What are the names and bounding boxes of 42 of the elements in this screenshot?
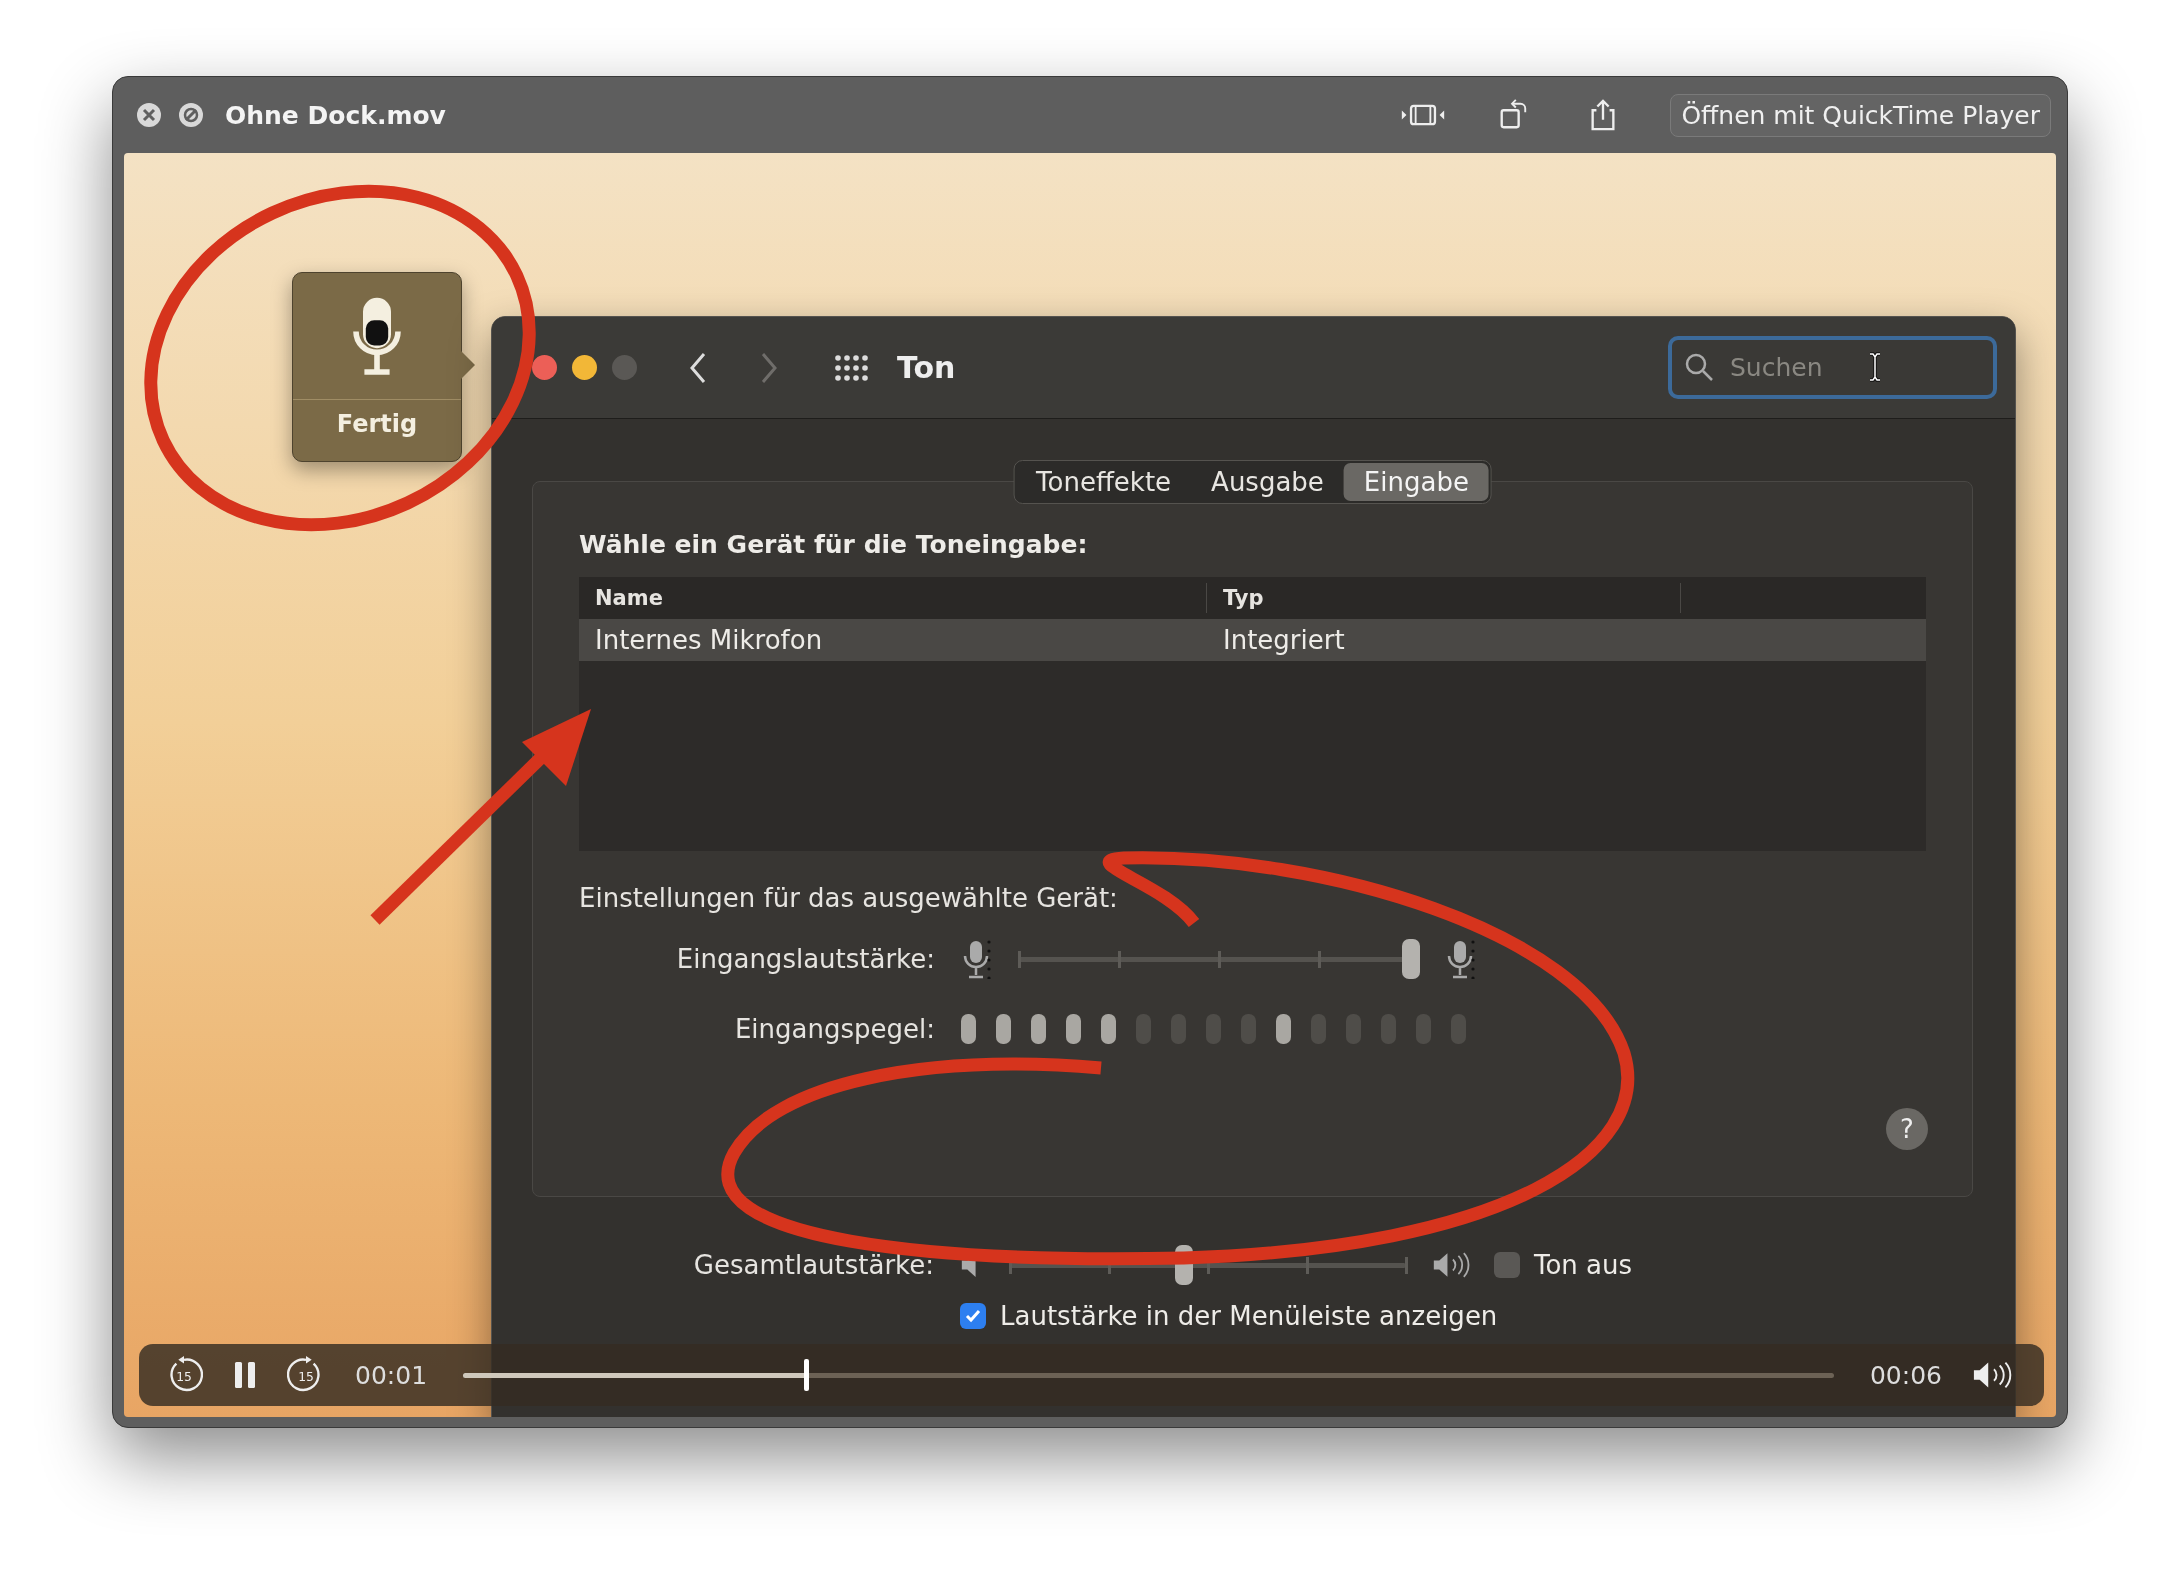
tab[interactable]: Ausgabe xyxy=(1191,463,1344,501)
menu-bar-checkbox[interactable] xyxy=(960,1303,986,1329)
mute-checkbox[interactable] xyxy=(1494,1252,1520,1278)
microphone-icon xyxy=(1445,939,1475,979)
no-entry-icon[interactable] xyxy=(177,101,205,129)
window-title: Ton xyxy=(897,350,956,385)
volume-icon[interactable] xyxy=(1972,1360,2014,1390)
back-icon[interactable] xyxy=(688,350,708,385)
column-header[interactable]: Name xyxy=(579,583,1207,613)
output-volume-slider[interactable] xyxy=(1010,1244,1406,1286)
text-cursor-icon xyxy=(1868,350,1882,384)
input-volume-slider[interactable] xyxy=(1019,938,1419,980)
close-icon[interactable] xyxy=(135,101,163,129)
section-label: Einstellungen für das ausgewählte Gerät: xyxy=(579,883,1119,913)
column-header[interactable]: Typ xyxy=(1207,583,1681,613)
done-label[interactable]: Fertig xyxy=(336,410,418,438)
search-icon xyxy=(1684,352,1714,382)
pause-icon[interactable] xyxy=(233,1360,257,1390)
tab[interactable]: Toneffekte xyxy=(1016,463,1192,501)
tab[interactable]: Eingabe xyxy=(1343,463,1489,501)
window-title: Ohne Dock.mov xyxy=(225,100,446,130)
progress-bar[interactable] xyxy=(463,1358,1834,1392)
input-level-label: Eingangspegel: xyxy=(733,1014,935,1044)
microphone-icon xyxy=(961,939,991,979)
output-volume-label: Gesamtlautstärke: xyxy=(692,1250,934,1280)
help-button[interactable]: ? xyxy=(1886,1108,1928,1150)
open-in-app-button[interactable]: Öffnen mit QuickTime Player xyxy=(1670,93,2051,137)
remaining-time: 00:06 xyxy=(1869,1360,1942,1390)
mute-label: Ton aus xyxy=(1534,1250,1633,1280)
slider-thumb[interactable] xyxy=(1402,939,1420,979)
close-icon[interactable] xyxy=(532,355,557,380)
forward-icon xyxy=(759,350,779,385)
elapsed-time: 00:01 xyxy=(355,1360,428,1390)
search-field[interactable]: Suchen xyxy=(1668,336,1997,399)
speaker-loud-icon xyxy=(1432,1251,1472,1279)
section-heading: Wähle ein Gerät für die Toneingabe: xyxy=(579,530,1089,559)
minimize-icon[interactable] xyxy=(572,355,597,380)
grid-icon[interactable] xyxy=(834,353,870,382)
zoom-icon xyxy=(612,355,637,380)
table-row[interactable]: Internes Mikrofon Integriert xyxy=(579,619,1926,661)
menu-bar-label: Lautstärke in der Menüleiste anzeigen xyxy=(1000,1301,1498,1331)
input-volume-label: Eingangslautstärke: xyxy=(675,944,935,974)
